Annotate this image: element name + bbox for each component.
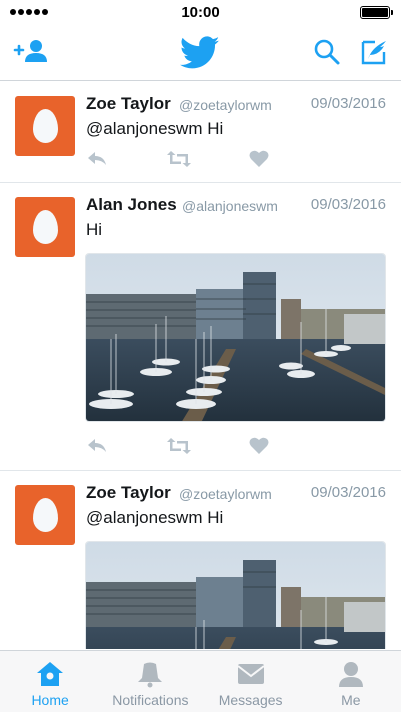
bell-icon xyxy=(136,660,164,693)
retweet-icon[interactable] xyxy=(166,150,192,173)
timeline: Zoe Taylor @zoetaylorwm 09/03/2016 @alan… xyxy=(0,82,401,649)
status-bar: 10:00 xyxy=(0,0,401,26)
tab-label: Notifications xyxy=(112,692,189,708)
avatar[interactable] xyxy=(15,485,75,545)
reply-icon[interactable] xyxy=(86,150,108,173)
like-icon[interactable] xyxy=(249,437,269,460)
status-time: 10:00 xyxy=(181,4,220,21)
tab-me[interactable]: Me xyxy=(301,651,401,712)
tweet-actions xyxy=(86,150,286,170)
tab-label: Home xyxy=(31,692,69,708)
add-user-icon[interactable] xyxy=(13,38,47,69)
tweet-author-name[interactable]: Alan Jones xyxy=(86,195,177,215)
retweet-icon[interactable] xyxy=(166,437,192,460)
tweet-media-image[interactable] xyxy=(85,253,386,422)
tweet-author-name[interactable]: Zoe Taylor xyxy=(86,94,171,114)
tweet-text: @alanjoneswm Hi xyxy=(86,119,224,138)
tab-bar: Home Notifications Messages Me xyxy=(0,650,401,712)
like-icon[interactable] xyxy=(249,150,269,173)
tab-home[interactable]: Home xyxy=(0,651,100,712)
tweet-media-image[interactable] xyxy=(85,541,386,649)
person-icon xyxy=(337,660,365,693)
search-icon[interactable] xyxy=(313,38,341,71)
tweet-author-handle[interactable]: @zoetaylorwm xyxy=(179,97,272,113)
tweet-actions xyxy=(86,437,286,457)
battery-icon xyxy=(360,6,393,19)
tab-label: Messages xyxy=(218,692,283,708)
tweet[interactable]: Alan Jones @alanjoneswm 09/03/2016 Hi xyxy=(0,183,401,471)
tweet-date: 09/03/2016 xyxy=(310,196,386,213)
envelope-icon xyxy=(237,660,265,693)
compose-icon[interactable] xyxy=(360,38,388,71)
tweet-text: @alanjoneswm Hi xyxy=(86,508,224,527)
navigation-bar xyxy=(0,26,401,81)
tweet-author-handle[interactable]: @zoetaylorwm xyxy=(179,486,272,502)
tweet-date: 09/03/2016 xyxy=(310,484,386,501)
reply-icon[interactable] xyxy=(86,437,108,460)
tweet[interactable]: Zoe Taylor @zoetaylorwm 09/03/2016 @alan… xyxy=(0,82,401,183)
tab-messages[interactable]: Messages xyxy=(201,651,301,712)
twitter-bird-icon[interactable] xyxy=(179,36,220,75)
tab-notifications[interactable]: Notifications xyxy=(100,651,200,712)
tweet-author-name[interactable]: Zoe Taylor xyxy=(86,483,171,503)
avatar[interactable] xyxy=(15,197,75,257)
tweet-author-handle[interactable]: @alanjoneswm xyxy=(182,198,278,214)
tweet[interactable]: Zoe Taylor @zoetaylorwm 09/03/2016 @alan… xyxy=(0,471,401,649)
tweet-text: Hi xyxy=(86,220,103,239)
home-icon xyxy=(35,660,65,693)
tab-label: Me xyxy=(341,692,361,708)
tweet-date: 09/03/2016 xyxy=(310,95,386,112)
avatar[interactable] xyxy=(15,96,75,156)
